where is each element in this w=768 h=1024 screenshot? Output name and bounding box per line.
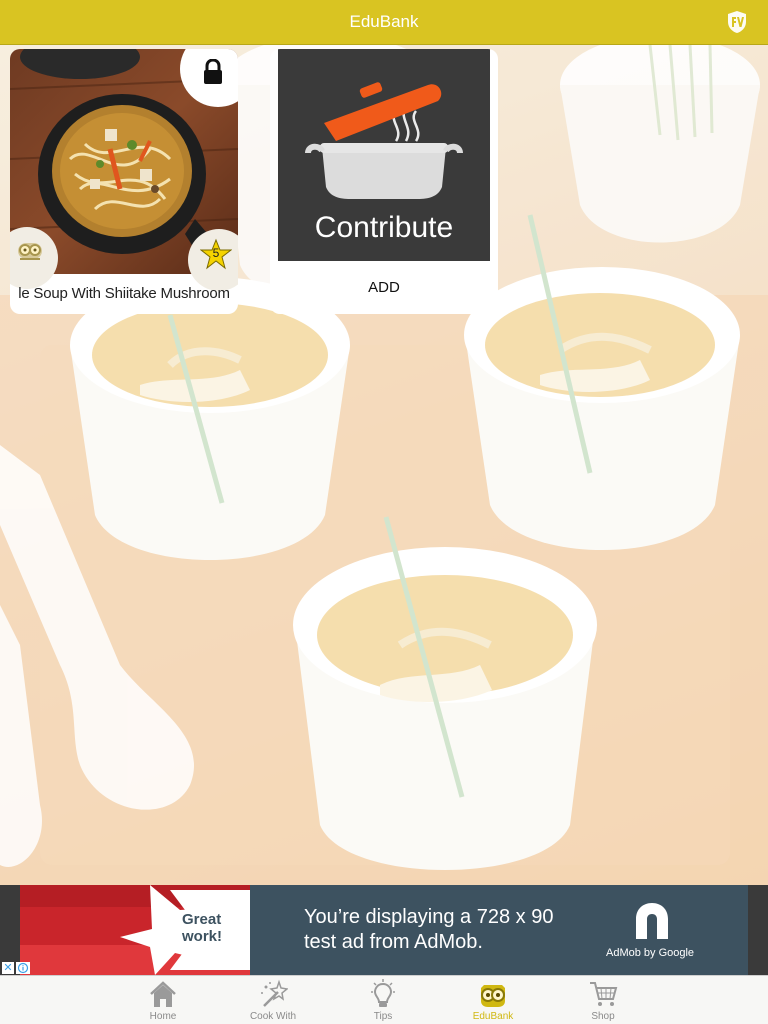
rating-value: 5 bbox=[212, 246, 220, 260]
ad-message-line2: test ad from AdMob. bbox=[304, 931, 483, 953]
ad-work-line: work! bbox=[182, 928, 223, 945]
tab-tips[interactable]: Tips bbox=[343, 976, 423, 1024]
admob-brand-text: AdMob by Google bbox=[606, 947, 695, 959]
tab-tips-label: Tips bbox=[373, 1011, 393, 1022]
contribute-text: Contribute bbox=[314, 211, 454, 244]
tab-shop-label: Shop bbox=[591, 1011, 615, 1022]
ad-message-line1: You’re displaying a 728 x 90 bbox=[304, 906, 554, 928]
shopping-cart-icon bbox=[590, 982, 618, 1006]
home-icon bbox=[150, 981, 176, 1007]
tab-shop[interactable]: Shop bbox=[563, 976, 643, 1024]
lightbulb-icon bbox=[371, 979, 395, 1007]
tab-cook-with-label: Cook With bbox=[249, 1011, 297, 1022]
owl-glasses-icon bbox=[18, 243, 42, 260]
tab-home[interactable]: Home bbox=[123, 976, 203, 1024]
ad-banner-container: Great work! You’re displaying a 728 x 90… bbox=[0, 885, 768, 975]
contribute-image: Contribute bbox=[278, 49, 490, 261]
page-title: EduBank bbox=[349, 12, 419, 31]
ad-great-line: Great bbox=[182, 911, 222, 928]
admob-logo-icon bbox=[636, 903, 668, 939]
ad-message: You’re displaying a 728 x 90 test ad fro… bbox=[304, 905, 604, 955]
tab-edubank-label: EduBank bbox=[472, 1011, 514, 1022]
owl-glasses-icon bbox=[481, 985, 505, 1007]
ad-banner[interactable]: Great work! You’re displaying a 728 x 90… bbox=[20, 885, 748, 975]
ad-close-icon[interactable]: ✕ bbox=[2, 962, 14, 974]
magic-wand-icon bbox=[261, 979, 288, 1007]
app-logo-icon[interactable] bbox=[726, 10, 748, 34]
recipe-card[interactable]: 5 le Soup With Shiitake Mushroom bbox=[10, 49, 238, 314]
recipe-title: le Soup With Shiitake Mushroom bbox=[18, 285, 230, 302]
tab-cook-with[interactable]: Cook With bbox=[233, 976, 313, 1024]
header-bar: EduBank bbox=[0, 0, 768, 45]
ad-great-work-text: Great work! bbox=[182, 911, 222, 945]
add-button-label[interactable]: ADD bbox=[270, 279, 498, 296]
contribute-card[interactable]: Contribute ADD bbox=[270, 49, 498, 314]
tab-home-label: Home bbox=[149, 1011, 177, 1022]
tab-bar: Home Cook With Tips EduBank Shop bbox=[0, 975, 768, 1024]
lock-icon bbox=[204, 59, 222, 84]
tab-edubank[interactable]: EduBank bbox=[453, 976, 533, 1024]
ad-info-icon[interactable] bbox=[16, 962, 30, 974]
